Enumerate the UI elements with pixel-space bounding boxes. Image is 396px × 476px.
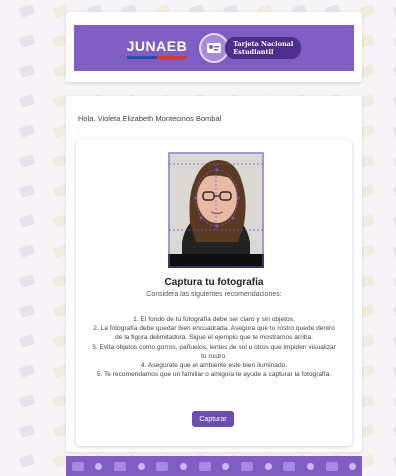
product-line-2: Estudiantil [233, 48, 274, 56]
recommendations-list: 1. El fondo de tu fotografía debe ser cl… [90, 315, 338, 379]
product-line-1: Tarjeta Nacional [233, 40, 294, 48]
background-tile [18, 394, 36, 408]
background-tile [18, 244, 36, 258]
recommendation-item: 5. Te recomendamos que un familiar o ami… [96, 371, 332, 379]
background-tile [18, 94, 36, 108]
face-guide-overlay [168, 152, 264, 268]
instructions-subtitle: Considera las siguientes recomendaciones… [146, 291, 282, 298]
background-tile [18, 274, 36, 288]
background-tile [18, 154, 36, 168]
recommendation-item: 3. Evita objetos como gorros, pañuelos, … [92, 343, 336, 360]
junaeb-logo: JUNAEB [127, 38, 188, 59]
footer-banner [66, 456, 362, 476]
background-tile [18, 34, 36, 48]
greeting-text: Hola, Violeta Elizabeth Montecinos Bomba… [78, 114, 222, 123]
brand-name: JUNAEB [126, 37, 188, 54]
instructions-title: Captura tu fotografía [164, 277, 264, 288]
background-tile [18, 304, 36, 318]
background-tile [18, 124, 36, 138]
page-container: JUNAEB Tarjeta Nacional Estudiantil Hola… [66, 12, 362, 476]
main-card: Hola, Violeta Elizabeth Montecinos Bomba… [66, 96, 362, 452]
photo-capture-card: Captura tu fotografía Considera las sigu… [76, 140, 352, 446]
recommendation-item: 2. La fotografía debe quedar bien encuad… [93, 325, 335, 342]
example-photo [168, 152, 264, 268]
background-tile [18, 184, 36, 198]
brand-stripe [126, 55, 187, 59]
background-tile [18, 454, 36, 468]
header-banner: JUNAEB Tarjeta Nacional Estudiantil [74, 25, 354, 71]
recommendation-item: 4. Asegúrate que el ambiente este bien i… [140, 362, 288, 370]
background-tile [18, 64, 36, 78]
background-tile [18, 424, 36, 438]
background-tile [18, 334, 36, 348]
background-tile [18, 364, 36, 378]
product-badge: Tarjeta Nacional Estudiantil [225, 37, 302, 59]
header-card: JUNAEB Tarjeta Nacional Estudiantil [66, 12, 362, 82]
capture-button[interactable]: Capturar [192, 411, 234, 427]
recommendation-item: 1. El fondo de tu fotografía debe ser cl… [133, 316, 295, 323]
background-tile [18, 4, 36, 18]
background-tile [18, 214, 36, 228]
